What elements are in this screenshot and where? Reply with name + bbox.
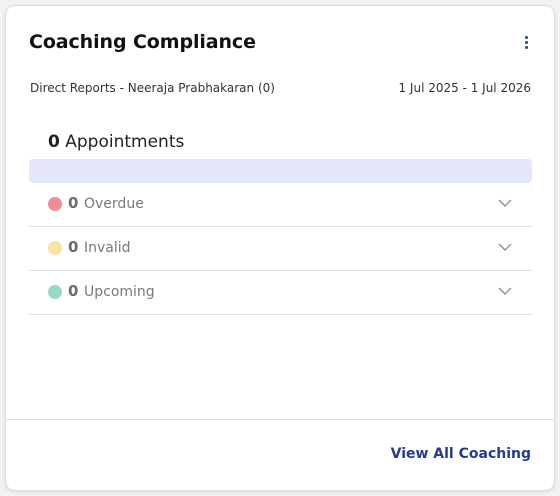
coaching-compliance-card: Coaching Compliance Direct Reports - Nee… (5, 5, 555, 491)
direct-reports-label: Direct Reports - Neeraja Prabhakaran (0) (30, 81, 275, 95)
appointments-summary: 0 Appointments (48, 132, 184, 152)
overdue-label: Overdue (84, 196, 144, 212)
date-range: 1 Jul 2025 - 1 Jul 2026 (398, 81, 531, 95)
status-row-invalid[interactable]: 0 Invalid (29, 227, 532, 271)
appointments-label: Appointments (65, 132, 185, 152)
chevron-down-icon[interactable] (498, 284, 512, 298)
overdue-count: 0 (68, 194, 79, 212)
invalid-count: 0 (68, 238, 79, 256)
upcoming-dot-icon (48, 285, 62, 299)
overdue-dot-icon (48, 197, 62, 211)
footer-divider (6, 419, 554, 420)
upcoming-label: Upcoming (84, 284, 155, 300)
appointments-progress-bar (29, 159, 532, 183)
upcoming-count: 0 (68, 282, 79, 300)
more-options-icon[interactable] (521, 36, 531, 52)
invalid-dot-icon (48, 241, 62, 255)
appointments-count: 0 (48, 132, 60, 152)
chevron-down-icon[interactable] (498, 240, 512, 254)
status-row-overdue[interactable]: 0 Overdue (29, 183, 532, 227)
view-all-coaching-link[interactable]: View All Coaching (391, 446, 531, 462)
chevron-down-icon[interactable] (498, 196, 512, 210)
status-row-upcoming[interactable]: 0 Upcoming (29, 271, 532, 315)
invalid-label: Invalid (84, 240, 131, 256)
card-title: Coaching Compliance (29, 31, 256, 53)
